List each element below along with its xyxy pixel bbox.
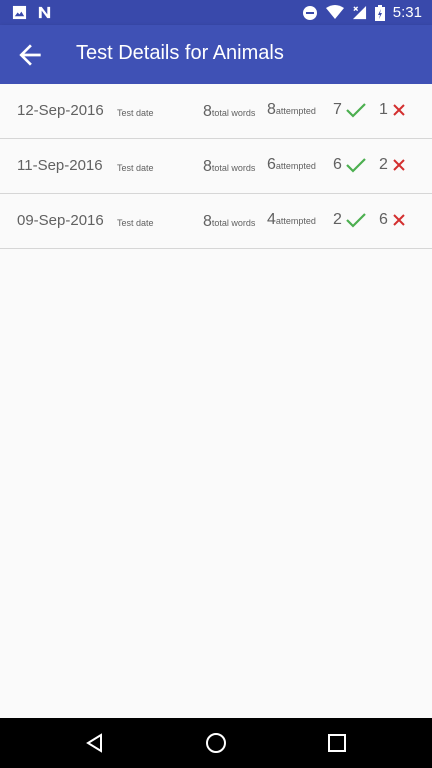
test-list: 12-Sep-2016 Test date 8total words 8atte… bbox=[0, 84, 432, 249]
test-date: 12-Sep-2016 bbox=[17, 102, 104, 119]
attempted-count: 4attempted bbox=[267, 211, 316, 228]
close-icon bbox=[393, 104, 405, 116]
navigation-bar bbox=[0, 718, 432, 768]
test-date-label: Test date bbox=[117, 163, 154, 173]
test-date: 09-Sep-2016 bbox=[17, 212, 104, 229]
check-icon bbox=[346, 213, 366, 228]
test-date-label: Test date bbox=[117, 108, 154, 118]
image-icon bbox=[12, 5, 27, 20]
check-icon bbox=[346, 158, 366, 173]
total-words: 8total words bbox=[203, 213, 256, 230]
check-icon bbox=[346, 103, 366, 118]
list-item[interactable]: 11-Sep-2016 Test date 8total words 6atte… bbox=[0, 139, 432, 194]
do-not-disturb-icon bbox=[302, 5, 317, 20]
attempted-count: 8attempted bbox=[267, 101, 316, 118]
test-date-label: Test date bbox=[117, 218, 154, 228]
correct-count: 6 bbox=[333, 156, 366, 174]
total-words: 8total words bbox=[203, 158, 256, 175]
status-bar: 5:31 bbox=[0, 0, 432, 25]
wifi-icon bbox=[325, 5, 344, 19]
home-circle-icon[interactable] bbox=[204, 731, 228, 755]
status-time: 5:31 bbox=[392, 4, 422, 21]
battery-icon bbox=[374, 4, 385, 21]
signal-icon bbox=[352, 5, 366, 20]
close-icon bbox=[393, 214, 405, 226]
close-icon bbox=[393, 159, 405, 171]
total-words: 8total words bbox=[203, 103, 256, 120]
wrong-count: 1 bbox=[379, 101, 406, 119]
back-triangle-icon[interactable] bbox=[83, 731, 107, 755]
list-item[interactable]: 09-Sep-2016 Test date 8total words 4atte… bbox=[0, 194, 432, 249]
correct-count: 7 bbox=[333, 101, 366, 119]
correct-count: 2 bbox=[333, 211, 366, 229]
test-date: 11-Sep-2016 bbox=[17, 157, 103, 174]
page-title: Test Details for Animals bbox=[76, 42, 284, 64]
list-item[interactable]: 12-Sep-2016 Test date 8total words 8atte… bbox=[0, 84, 432, 139]
arrow-back-icon[interactable] bbox=[14, 39, 46, 71]
attempted-count: 6attempted bbox=[267, 156, 316, 173]
n-notification-icon bbox=[38, 6, 51, 19]
recents-square-icon[interactable] bbox=[325, 731, 349, 755]
app-bar: Test Details for Animals bbox=[0, 25, 432, 84]
wrong-count: 2 bbox=[379, 156, 406, 174]
wrong-count: 6 bbox=[379, 211, 406, 229]
